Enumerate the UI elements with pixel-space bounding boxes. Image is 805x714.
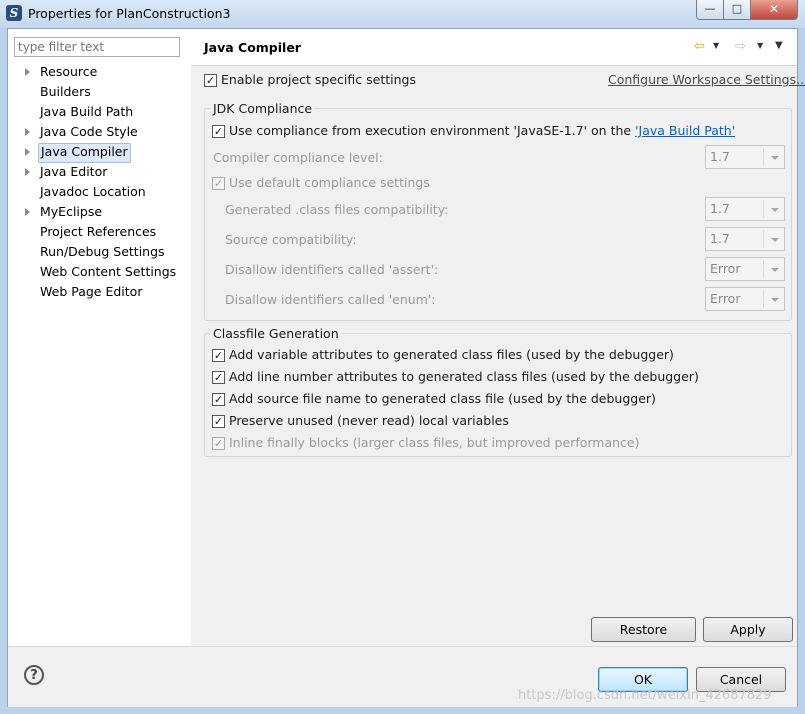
classfile-option-checkbox: ✓ bbox=[212, 437, 225, 450]
jdk-compliance-title: JDK Compliance bbox=[210, 101, 316, 116]
classfile-option-label: Preserve unused (never read) local varia… bbox=[229, 413, 509, 428]
disallow-assert-select: Error bbox=[705, 257, 785, 281]
source-compat-select: 1.7 bbox=[705, 227, 785, 251]
page-header: Java Compiler ⇦ ▼ ⇨ ▼ ▼ bbox=[191, 29, 797, 66]
compliance-level-value: 1.7 bbox=[710, 149, 730, 164]
apply-button[interactable]: Apply bbox=[703, 617, 793, 642]
expand-arrow-icon[interactable] bbox=[25, 128, 30, 136]
property-page: Java Compiler ⇦ ▼ ⇨ ▼ ▼ ✓ Enable project… bbox=[191, 29, 805, 660]
filter-input[interactable] bbox=[14, 37, 180, 57]
classfile-option-label: Add source file name to generated class … bbox=[229, 391, 656, 406]
page-title: Java Compiler bbox=[204, 40, 301, 55]
use-compliance-label: Use compliance from execution environmen… bbox=[229, 123, 735, 138]
disallow-enum-select: Error bbox=[705, 287, 785, 311]
generated-compat-label: Generated .class files compatibility: bbox=[225, 202, 449, 217]
disallow-enum-value: Error bbox=[710, 291, 741, 306]
compliance-level-select: 1.7 bbox=[705, 145, 785, 169]
property-tree-panel: Resource Builders Java Build Path Java Code… bbox=[8, 29, 192, 646]
chevron-down-icon bbox=[771, 268, 779, 272]
restore-defaults-button[interactable]: Restore Defaults bbox=[591, 617, 696, 660]
tree-item-project-references[interactable]: Project References bbox=[38, 223, 158, 241]
classfile-option-checkbox[interactable]: ✓ bbox=[212, 415, 225, 428]
window-title: Properties for PlanConstruction3 bbox=[28, 6, 231, 21]
view-menu-icon[interactable]: ▼ bbox=[775, 40, 783, 51]
classfile-option-label: Inline finally blocks (larger class file… bbox=[229, 435, 640, 450]
tree-item-java-build-path[interactable]: Java Build Path bbox=[38, 103, 135, 121]
eclipse-icon: S bbox=[6, 5, 22, 21]
tree-item-java-code-style[interactable]: Java Code Style bbox=[38, 123, 140, 141]
tree-item-java-editor[interactable]: Java Editor bbox=[38, 163, 109, 181]
tree-item-myeclipse[interactable]: MyEclipse bbox=[38, 203, 104, 221]
tree-item-builders[interactable]: Builders bbox=[38, 83, 93, 101]
expand-arrow-icon[interactable] bbox=[25, 208, 30, 216]
chevron-down-icon bbox=[771, 208, 779, 212]
compliance-level-label: Compiler compliance level: bbox=[213, 150, 383, 165]
maximize-icon: □ bbox=[731, 2, 743, 15]
chevron-down-icon bbox=[771, 156, 779, 160]
use-default-compliance-checkbox: ✓ bbox=[212, 177, 225, 190]
java-build-path-link[interactable]: 'Java Build Path' bbox=[635, 123, 735, 138]
expand-arrow-icon[interactable] bbox=[25, 168, 30, 176]
title-bar[interactable]: S Properties for PlanConstruction3 — □ ✕ bbox=[0, 0, 805, 28]
back-arrow-icon[interactable]: ⇦ bbox=[694, 39, 705, 54]
tree-item-resource[interactable]: Resource bbox=[38, 63, 99, 81]
enable-project-settings-checkbox[interactable]: ✓ bbox=[204, 74, 217, 87]
tree-item-run-debug-settings[interactable]: Run/Debug Settings bbox=[38, 243, 167, 261]
source-compat-value: 1.7 bbox=[710, 231, 730, 246]
disallow-assert-value: Error bbox=[710, 261, 741, 276]
use-compliance-checkbox[interactable]: ✓ bbox=[212, 125, 225, 138]
classfile-generation-title: Classfile Generation bbox=[210, 326, 342, 341]
chevron-down-icon bbox=[771, 298, 779, 302]
minimize-button[interactable]: — bbox=[696, 0, 724, 20]
tree-item-javadoc-location[interactable]: Javadoc Location bbox=[38, 183, 148, 201]
enable-project-settings-label: Enable project specific settings bbox=[221, 72, 416, 87]
forward-dropdown-icon[interactable]: ▼ bbox=[757, 41, 763, 50]
classfile-option-checkbox[interactable]: ✓ bbox=[212, 349, 225, 362]
maximize-button[interactable]: □ bbox=[723, 0, 751, 20]
close-icon: ✕ bbox=[768, 2, 780, 16]
use-default-compliance-label: Use default compliance settings bbox=[229, 175, 430, 190]
classfile-option-label: Add line number attributes to generated … bbox=[229, 369, 699, 384]
expand-arrow-icon[interactable] bbox=[25, 68, 30, 76]
forward-arrow-icon: ⇨ bbox=[735, 39, 746, 54]
tree-item-web-content-settings[interactable]: Web Content Settings bbox=[38, 263, 178, 281]
dialog-client: Resource Builders Java Build Path Java Code… bbox=[7, 28, 805, 707]
source-compat-label: Source compatibility: bbox=[225, 232, 357, 247]
classfile-option-checkbox[interactable]: ✓ bbox=[212, 371, 225, 384]
back-dropdown-icon[interactable]: ▼ bbox=[713, 41, 719, 50]
generated-compat-value: 1.7 bbox=[710, 201, 730, 216]
configure-workspace-link[interactable]: Configure Workspace Settings... bbox=[608, 72, 805, 87]
generated-compat-select: 1.7 bbox=[705, 197, 785, 221]
tree-item-web-page-editor[interactable]: Web Page Editor bbox=[38, 283, 144, 301]
minimize-icon: — bbox=[704, 2, 716, 15]
chevron-down-icon bbox=[771, 238, 779, 242]
window-frame: S Properties for PlanConstruction3 — □ ✕… bbox=[0, 0, 805, 714]
classfile-option-label: Add variable attributes to generated cla… bbox=[229, 347, 674, 362]
close-button[interactable]: ✕ bbox=[750, 0, 798, 20]
watermark-text: https://blog.csdn.net/weixin_42687829 bbox=[518, 688, 772, 703]
disallow-enum-label: Disallow identifiers called 'enum': bbox=[225, 292, 436, 307]
help-icon[interactable]: ? bbox=[24, 665, 44, 685]
classfile-option-checkbox[interactable]: ✓ bbox=[212, 393, 225, 406]
disallow-assert-label: Disallow identifiers called 'assert': bbox=[225, 262, 439, 277]
tree-item-java-compiler[interactable]: Java Compiler bbox=[38, 143, 131, 163]
use-compliance-text: Use compliance from execution environmen… bbox=[229, 123, 632, 138]
expand-arrow-icon[interactable] bbox=[25, 148, 30, 156]
